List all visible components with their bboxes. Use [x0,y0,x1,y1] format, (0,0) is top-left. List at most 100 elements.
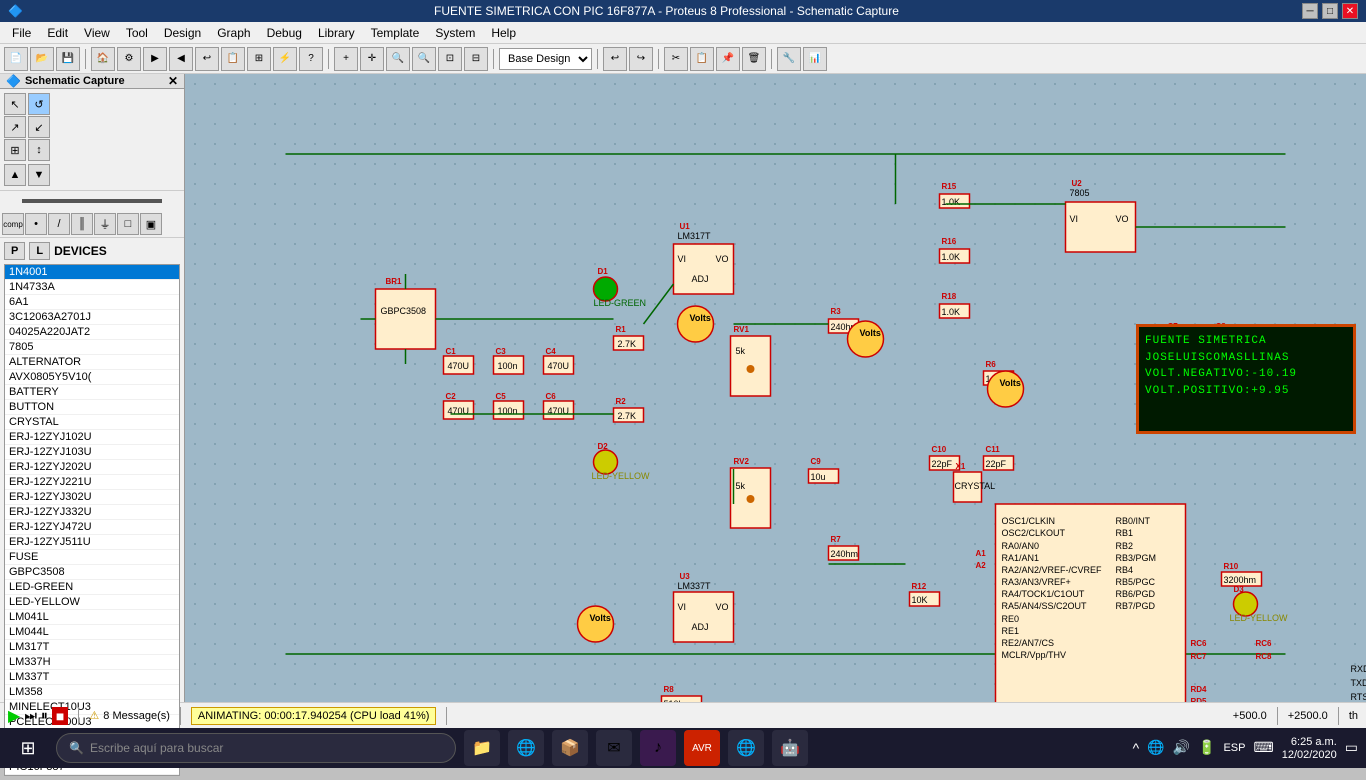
tb-cut2[interactable]: ✂ [664,47,688,71]
tray-volume[interactable]: 🔊 [1173,739,1190,756]
taskbar-app-edge[interactable]: 🌐 [508,730,544,766]
devices-list-item[interactable]: 1N4733A [5,280,179,295]
devices-list-item[interactable]: BATTERY [5,385,179,400]
devices-p-btn[interactable]: P [4,242,25,260]
tb-open[interactable]: 📂 [30,47,54,71]
tb-plus[interactable]: + [334,47,358,71]
tb-move[interactable]: ✛ [360,47,384,71]
devices-list-item[interactable]: ERJ-12ZYJ202U [5,460,179,475]
devices-list-item[interactable]: GBPC3508 [5,565,179,580]
taskbar-app-robot[interactable]: 🤖 [772,730,808,766]
menu-edit[interactable]: Edit [39,24,76,42]
devices-list-item[interactable]: 04025A220JAT2 [5,325,179,340]
tool-wire[interactable]: ↗ [4,116,26,138]
devices-list-item[interactable]: LM317T [5,640,179,655]
schematic-tab-close[interactable]: ✕ [168,74,178,88]
devices-list-item[interactable]: LM044L [5,625,179,640]
devices-list-item[interactable]: FUSE [5,550,179,565]
tb-redo2[interactable]: ↪ [629,47,653,71]
tool-up[interactable]: ▲ [4,164,26,186]
tool-bus[interactable]: ↙ [28,116,50,138]
tb-prop[interactable]: 🔧 [777,47,801,71]
tool-component[interactable]: ↺ [28,93,50,115]
devices-list-item[interactable]: 6A1 [5,295,179,310]
tb-undo[interactable]: ↩ [195,47,219,71]
devices-list-item[interactable]: ERJ-12ZYJ302U [5,490,179,505]
tool-power[interactable]: ⏚ [94,213,116,235]
taskbar-app-explorer[interactable]: 📁 [464,730,500,766]
devices-list-item[interactable]: 7805 [5,340,179,355]
devices-list-item[interactable]: LED-YELLOW [5,595,179,610]
devices-l-btn[interactable]: L [29,242,50,260]
tool-bus2[interactable]: ║ [71,213,93,235]
devices-list-item[interactable]: ERJ-12ZYJ221U [5,475,179,490]
maximize-button[interactable]: □ [1322,3,1338,19]
devices-list-item[interactable]: LM358 [5,685,179,700]
tray-keyboard[interactable]: ⌨ [1253,739,1273,756]
minimize-button[interactable]: ─ [1302,3,1318,19]
taskbar-app-avr[interactable]: AVR [684,730,720,766]
menu-design[interactable]: Design [156,24,209,42]
tool-wire2[interactable]: / [48,213,70,235]
menu-tool[interactable]: Tool [118,24,156,42]
tool-port[interactable]: □ [117,213,139,235]
tb-cut[interactable]: ◀ [169,47,193,71]
devices-list-item[interactable]: AVX0805Y5V10( [5,370,179,385]
tb-save[interactable]: 💾 [56,47,80,71]
devices-list-item[interactable]: LM337T [5,670,179,685]
tool-junction[interactable]: • [25,213,47,235]
taskbar-app-chrome[interactable]: 🌐 [728,730,764,766]
taskbar-app-store[interactable]: 📦 [552,730,588,766]
menu-view[interactable]: View [76,24,118,42]
schematic-canvas[interactable]: BR1 GBPC3508 C1 470U C3 100n C4 470U C2 … [185,74,1366,702]
menu-graph[interactable]: Graph [209,24,258,42]
tray-battery[interactable]: 🔋 [1198,739,1215,756]
devices-list-item[interactable]: ERJ-12ZYJ511U [5,535,179,550]
tb-undo2[interactable]: ↩ [603,47,627,71]
tool-select[interactable]: ↖ [4,93,26,115]
devices-list-item[interactable]: 3C12063A2701J [5,310,179,325]
language-indicator[interactable]: ESP [1223,742,1245,754]
tb-home[interactable]: 🏠 [91,47,115,71]
menu-library[interactable]: Library [310,24,363,42]
tray-network[interactable]: 🌐 [1147,739,1164,756]
devices-list-item[interactable]: ERJ-12ZYJ332U [5,505,179,520]
devices-list-item[interactable]: 1N4001 [5,265,179,280]
devices-list-item[interactable]: BUTTON [5,400,179,415]
tb-copy[interactable]: ⚙ [117,47,141,71]
menu-system[interactable]: System [427,24,483,42]
devices-list-item[interactable]: ERJ-12ZYJ103U [5,445,179,460]
taskbar-app-music[interactable]: ♪ [640,730,676,766]
devices-list[interactable]: 1N40011N4733A6A13C12063A2701J04025A220JA… [4,264,180,776]
tb-copy2[interactable]: 📋 [690,47,714,71]
tb-zoom-sel[interactable]: ⊟ [464,47,488,71]
tb-help[interactable]: ? [299,47,323,71]
tool-down[interactable]: ▼ [28,164,50,186]
tb-paste[interactable]: ▶ [143,47,167,71]
menu-debug[interactable]: Debug [259,24,310,42]
tool-text[interactable]: ↕ [28,139,50,161]
pause-button[interactable]: ⏸ [41,707,48,724]
devices-list-item[interactable]: LM041L [5,610,179,625]
devices-list-item[interactable]: ERJ-12ZYJ102U [5,430,179,445]
tb-redo[interactable]: 📋 [221,47,245,71]
tb-sim[interactable]: 📊 [803,47,827,71]
tray-show-desktop[interactable]: ▭ [1345,739,1358,756]
tb-zoom-in[interactable]: 🔍 [386,47,410,71]
tb-new[interactable]: 📄 [4,47,28,71]
tb-grid[interactable]: ⊞ [247,47,271,71]
tool-hier[interactable]: ▣ [140,213,162,235]
design-dropdown[interactable]: Base Design [499,48,592,70]
devices-list-item[interactable]: LM337H [5,655,179,670]
menu-template[interactable]: Template [363,24,428,42]
taskbar-app-mail[interactable]: ✉ [596,730,632,766]
menu-file[interactable]: File [4,24,39,42]
search-bar[interactable]: 🔍 Escribe aquí para buscar [56,733,456,763]
play-button[interactable]: ▶ [8,706,20,726]
tb-delete[interactable]: 🗑 [742,47,766,71]
menu-help[interactable]: Help [483,24,524,42]
tray-icon-1[interactable]: ^ [1133,740,1140,756]
start-button[interactable]: ⊞ [8,728,48,768]
devices-list-item[interactable]: CRYSTAL [5,415,179,430]
tool-component2[interactable]: comp [2,213,24,235]
